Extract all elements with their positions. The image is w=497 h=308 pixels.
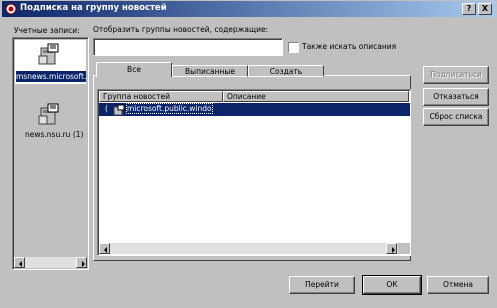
- arrow-right-icon: [392, 247, 395, 253]
- newsgroup-app-icon: [5, 3, 17, 15]
- account-item-msnews[interactable]: msnews.microsoft.: [15, 40, 86, 84]
- account-item-label: msnews.microsoft.: [16, 71, 86, 82]
- close-button[interactable]: X: [478, 3, 492, 15]
- accounts-scrollbar[interactable]: [14, 257, 87, 268]
- news-server-icon: [38, 102, 62, 128]
- table-row[interactable]: ( microsoft.public.windo: [99, 103, 410, 116]
- window-title: Подписка на группу новостей: [20, 3, 167, 13]
- scroll-left-button[interactable]: [14, 257, 25, 268]
- column-header-description[interactable]: Описание: [223, 91, 409, 102]
- arrow-right-icon: [82, 261, 85, 267]
- unsubscribe-button[interactable]: Отказаться: [423, 88, 489, 106]
- account-item-nsu[interactable]: news.nsu.ru (1): [15, 102, 86, 142]
- row-group-name: microsoft.public.windo: [126, 103, 213, 114]
- scroll-left-button[interactable]: [99, 243, 110, 254]
- search-input[interactable]: [93, 38, 283, 56]
- arrow-left-icon: [104, 247, 107, 253]
- newsgroup-list[interactable]: Группа новостей Описание ( microsoft.pub…: [97, 89, 411, 256]
- dialog-window: Подписка на группу новостей ? X Учетные …: [0, 0, 497, 308]
- tab-all[interactable]: Все: [96, 62, 172, 77]
- scroll-right-button[interactable]: [76, 257, 87, 268]
- list-scrollbar[interactable]: [99, 243, 410, 254]
- news-server-icon: [38, 42, 62, 68]
- also-descriptions-label: Также искать описания: [302, 42, 397, 51]
- title-bar: Подписка на группу новостей ? X: [2, 1, 495, 17]
- column-header-group[interactable]: Группа новостей: [99, 91, 223, 102]
- accounts-label: Учетные записи:: [14, 26, 80, 35]
- resize-grip-icon[interactable]: [398, 243, 410, 254]
- arrow-left-icon: [19, 261, 22, 267]
- tab-new[interactable]: Создать: [248, 65, 324, 77]
- goto-button[interactable]: Перейти: [289, 276, 355, 294]
- scroll-right-button[interactable]: [386, 243, 397, 254]
- search-label: Отобразить группы новостей, содержащие:: [93, 25, 269, 34]
- tab-subscribed[interactable]: Выписанные: [172, 65, 248, 77]
- accounts-list[interactable]: msnews.microsoft. news.nsu.ru (1): [12, 37, 89, 270]
- account-item-label: news.nsu.ru (1): [25, 130, 84, 139]
- cancel-button[interactable]: Отмена: [427, 276, 489, 294]
- newsgroup-icon: [113, 104, 125, 118]
- also-descriptions-checkbox[interactable]: [288, 42, 299, 53]
- help-button[interactable]: ?: [462, 3, 476, 15]
- subscribe-button[interactable]: Подписаться: [423, 66, 489, 84]
- reset-list-button[interactable]: Сброс списка: [423, 108, 489, 126]
- row-count: (: [105, 104, 108, 113]
- ok-button[interactable]: ОК: [362, 275, 422, 295]
